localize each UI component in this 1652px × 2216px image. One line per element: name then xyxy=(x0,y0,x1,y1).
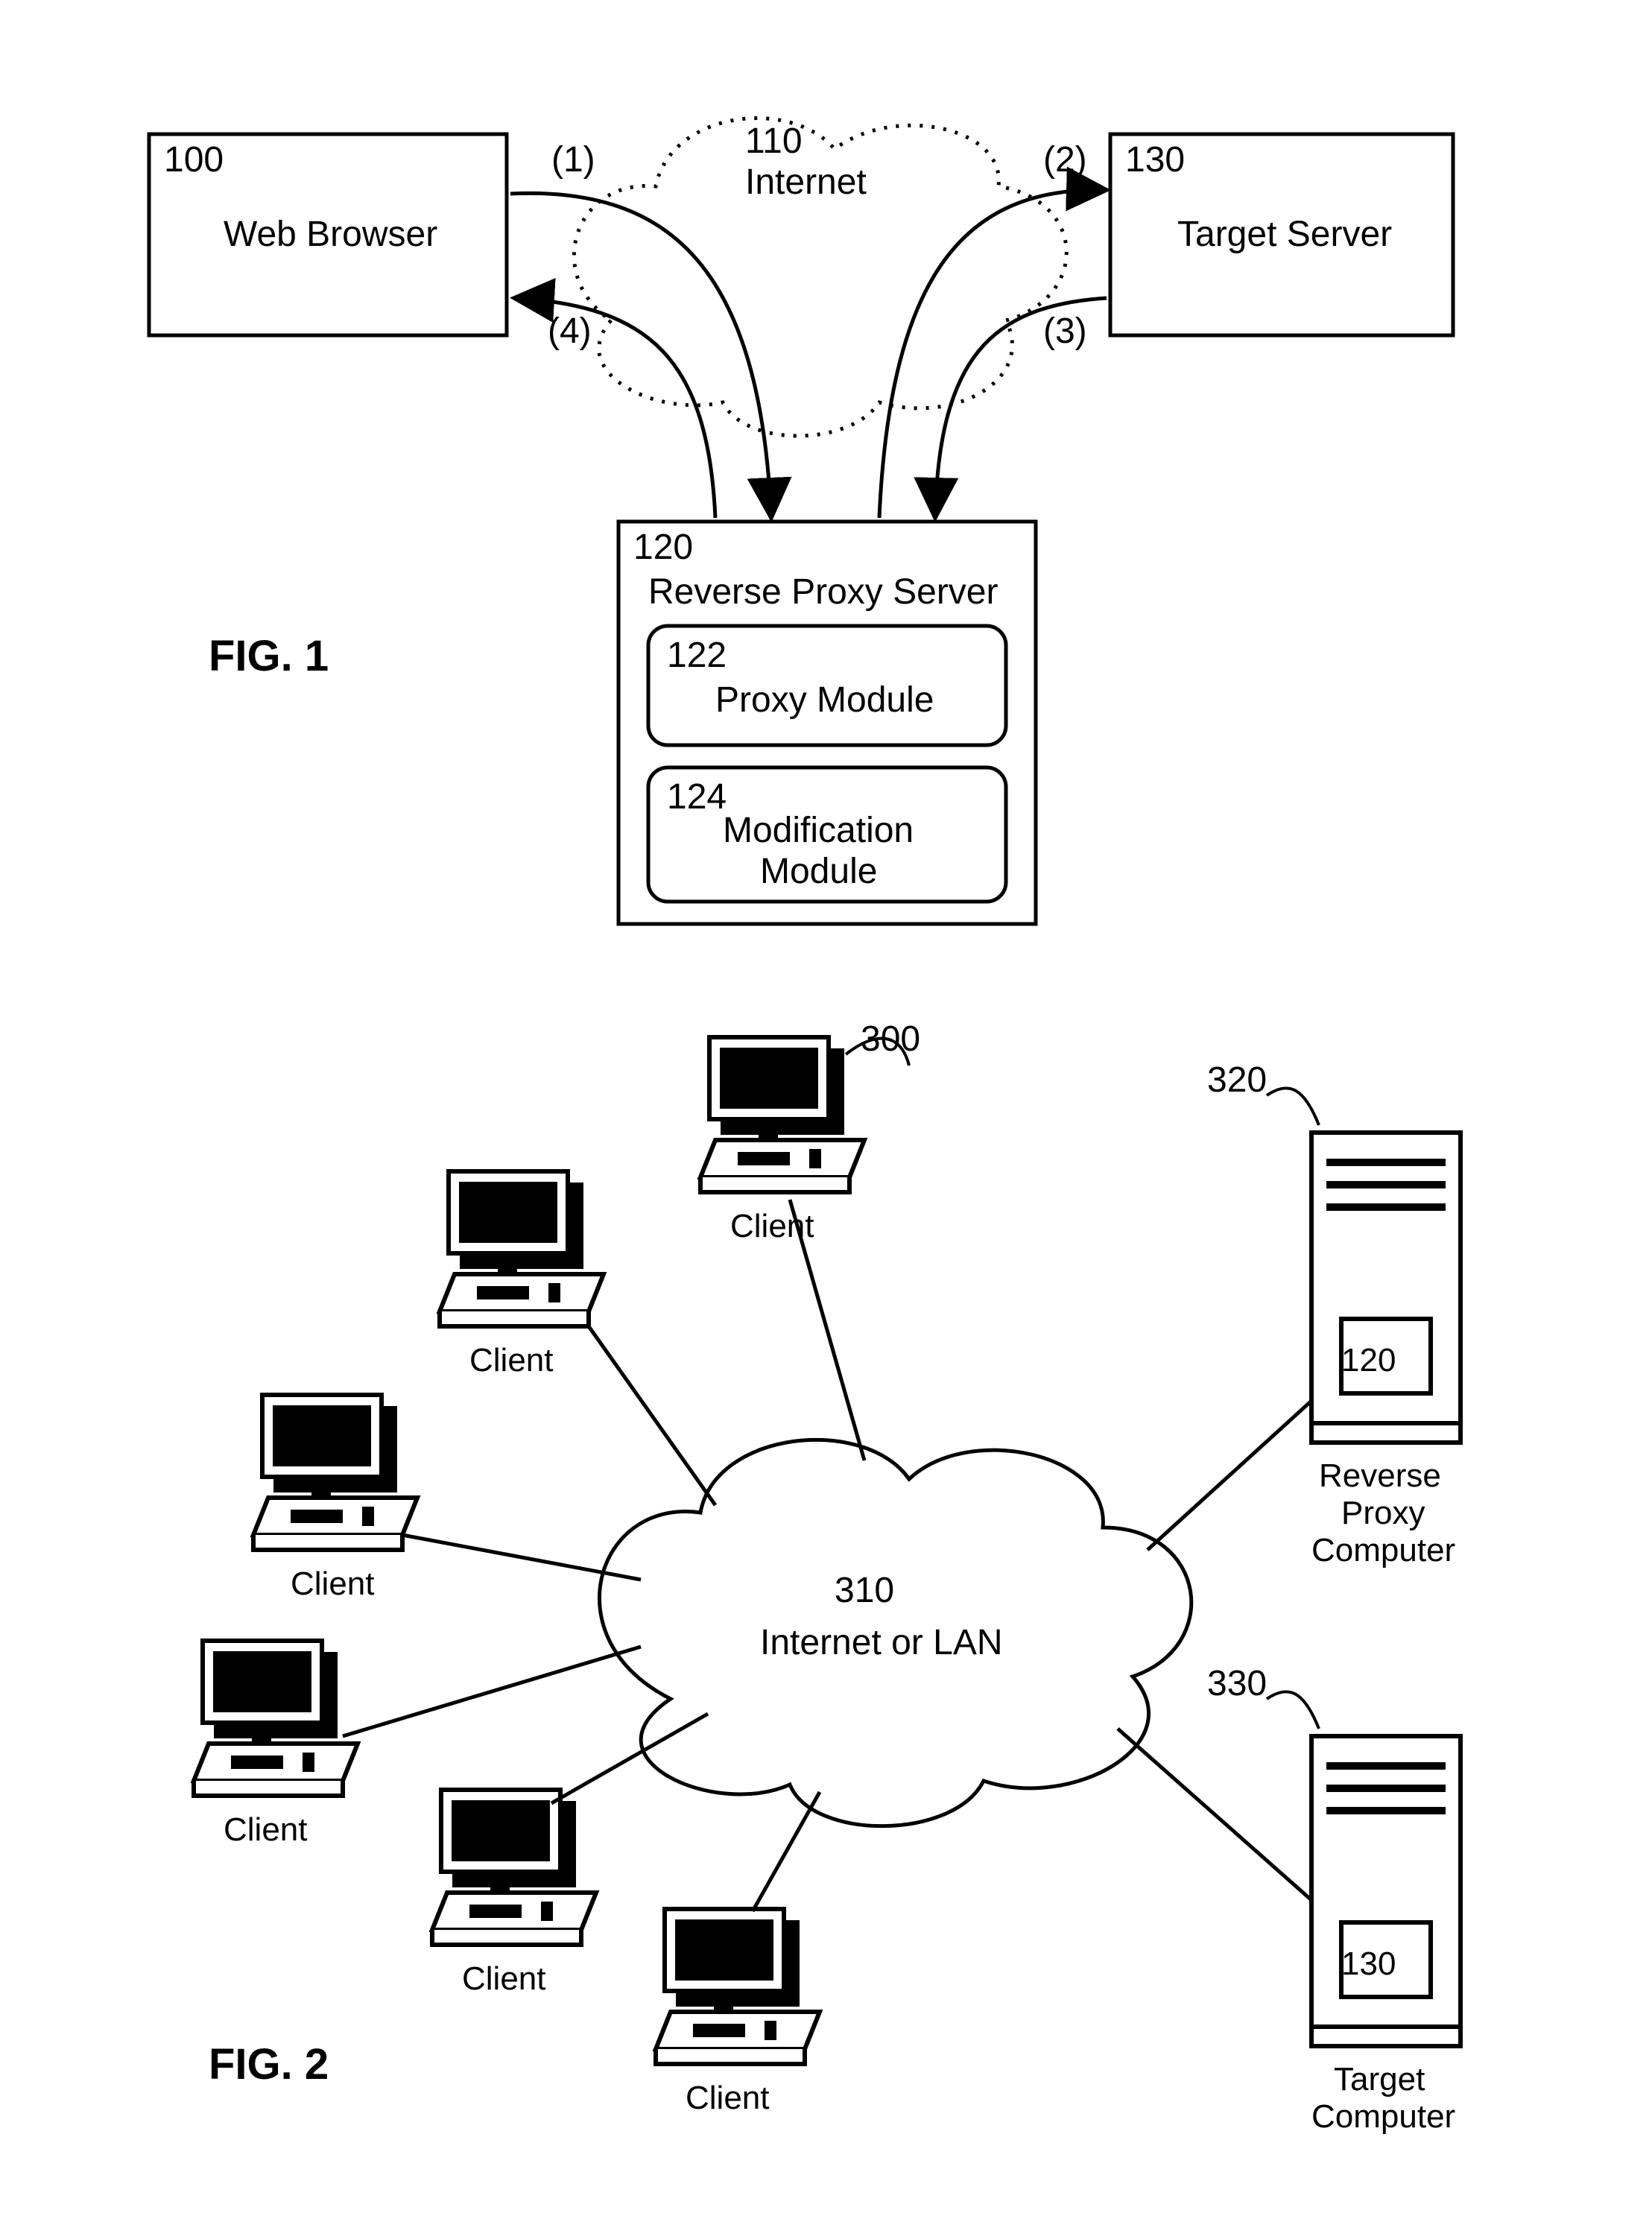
target-server-ref: 130 xyxy=(1125,140,1185,180)
client-1 xyxy=(700,1037,864,1192)
target-ref-lead xyxy=(1267,1691,1319,1729)
flow-2-label: (2) xyxy=(1043,140,1087,180)
target-badge: 130 xyxy=(1341,1946,1396,1982)
client-5-label: Client xyxy=(462,1960,546,1997)
target-computer xyxy=(1311,1736,1460,2046)
reverse-proxy-ref: 120 xyxy=(633,528,693,567)
flow-3-label: (3) xyxy=(1043,311,1087,351)
reverse-proxy-computer xyxy=(1311,1133,1460,1443)
client-2-link xyxy=(589,1326,715,1505)
client-6-label: Client xyxy=(686,2080,770,2116)
reverse-proxy-refnum: 320 xyxy=(1207,1060,1267,1100)
target-link xyxy=(1118,1729,1311,1900)
cloud-ref: 310 xyxy=(835,1571,894,1610)
proxy-module-label: Proxy Module xyxy=(715,680,934,720)
flow-4 xyxy=(514,298,715,518)
revproxy-link xyxy=(1148,1401,1311,1550)
internet-label: Internet xyxy=(745,162,867,202)
target-server-label: Target Server xyxy=(1177,215,1392,254)
client-3-label: Client xyxy=(291,1566,375,1602)
flow-4-label: (4) xyxy=(548,311,592,351)
client-3-link xyxy=(402,1535,641,1580)
internet-ref: 110 xyxy=(745,121,803,161)
revproxy-l2: Proxy xyxy=(1341,1495,1425,1531)
client-4-label: Client xyxy=(224,1811,308,1848)
client-4 xyxy=(194,1641,358,1796)
figure-1: 110 Internet 100 Web Browser 130 Target … xyxy=(149,118,1453,924)
figure-2: 310 Internet or LAN Client 300 Client Cl… xyxy=(194,1019,1460,2135)
revproxy-l3: Computer xyxy=(1311,1532,1455,1568)
target-refnum: 330 xyxy=(1207,1664,1267,1703)
reverse-proxy-label: Reverse Proxy Server xyxy=(648,572,998,612)
cloud-label: Internet or LAN xyxy=(760,1623,1003,1662)
reverse-proxy-badge: 120 xyxy=(1341,1342,1396,1378)
flow-2 xyxy=(879,190,1107,518)
flow-1-label: (1) xyxy=(551,140,595,180)
web-browser-ref: 100 xyxy=(164,140,224,180)
client-6 xyxy=(656,1909,820,2064)
client-2-label: Client xyxy=(469,1342,554,1378)
fig2-title: FIG. 2 xyxy=(209,2040,329,2089)
mod-module-ref: 124 xyxy=(667,777,727,817)
fig1-title: FIG. 1 xyxy=(209,632,329,680)
revproxy-ref-lead xyxy=(1267,1088,1319,1125)
client-ref: 300 xyxy=(861,1019,920,1059)
proxy-module-ref: 122 xyxy=(667,636,727,675)
client-4-link xyxy=(343,1647,641,1736)
mod-module-label2: Module xyxy=(760,852,877,891)
client-1-link xyxy=(790,1200,864,1460)
client-3 xyxy=(253,1395,417,1550)
target-l2: Computer xyxy=(1311,2098,1455,2135)
client-5 xyxy=(432,1790,596,1945)
client-2 xyxy=(440,1171,604,1326)
revproxy-l1: Reverse xyxy=(1319,1457,1441,1494)
client-6-link xyxy=(753,1792,820,1911)
flow-1 xyxy=(510,193,771,518)
target-l1: Target xyxy=(1334,2061,1425,2098)
web-browser-label: Web Browser xyxy=(224,215,437,254)
mod-module-label1: Modification xyxy=(723,811,914,850)
